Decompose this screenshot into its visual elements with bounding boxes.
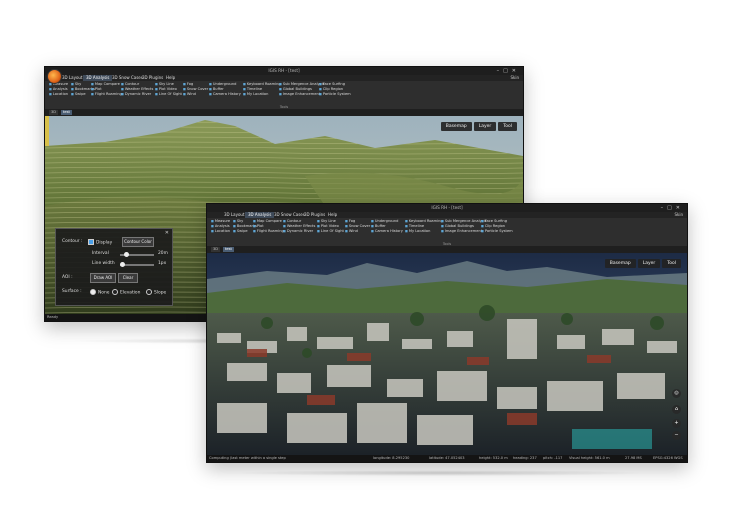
- title-bar: IGIS RH - [test] –□✕: [45, 67, 523, 75]
- front-window: IGIS RH - [test] –□✕ 3D Layout 3D Analys…: [206, 203, 688, 463]
- surface-option-slope[interactable]: Slope: [146, 289, 166, 296]
- ribbon: Measure Analysis Location Sky Bookmarks …: [207, 218, 687, 247]
- linewidth-label: Line width: [92, 261, 115, 266]
- doc-tab-3d[interactable]: 3D: [49, 110, 59, 115]
- ribbon-my-location[interactable]: My Location: [243, 92, 269, 97]
- title-bar: IGIS RH - [test] –□✕: [207, 204, 687, 212]
- contour-label: Contour :: [62, 239, 83, 244]
- status-hint: Computing (last meter within a single st…: [209, 456, 286, 460]
- zoom-in-icon[interactable]: +: [672, 419, 681, 428]
- doc-tab-bar: 3D test: [45, 109, 523, 116]
- ribbon-dynamic-river[interactable]: Dynamic River: [283, 229, 313, 234]
- surface-option-label: None: [98, 290, 110, 296]
- status-pitch: pitch: -117: [543, 456, 563, 460]
- zoom-out-icon[interactable]: −: [672, 431, 681, 440]
- city-scene: [207, 253, 687, 455]
- doc-tab-test[interactable]: test: [61, 110, 72, 115]
- status-text: Ready: [47, 315, 59, 319]
- ribbon-camera-history[interactable]: Camera History: [209, 92, 241, 97]
- home-icon[interactable]: ⌂: [672, 405, 681, 414]
- ribbon-flight-roaming[interactable]: Flight Roaming: [91, 92, 122, 97]
- display-label: Display: [96, 240, 113, 246]
- doc-tab-bar: 3D test: [207, 246, 687, 253]
- window-title: IGIS RH - [test]: [431, 205, 463, 210]
- surface-label: Surface :: [62, 289, 82, 294]
- ribbon-location[interactable]: Location: [211, 229, 230, 234]
- ribbon-particle-system[interactable]: Particle System: [319, 92, 351, 97]
- status-height: height: 532.0 m: [479, 456, 508, 460]
- basemap-button[interactable]: Basemap: [440, 122, 472, 131]
- ribbon-image-enhancement[interactable]: Image Enhancement: [441, 229, 482, 234]
- interval-slider[interactable]: [120, 252, 154, 257]
- view-toolbar: Basemap Layer Tool: [604, 259, 681, 268]
- surface-option-elevation[interactable]: Elevation: [112, 289, 140, 296]
- status-longitude: longitude: 8.295230: [373, 456, 410, 460]
- ribbon-particle-system[interactable]: Particle System: [481, 229, 513, 234]
- surface-option-label: Elevation: [120, 290, 141, 296]
- linewidth-slider-knob[interactable]: [120, 262, 125, 267]
- radio-icon: [112, 289, 118, 295]
- ribbon-camera-history[interactable]: Camera History: [371, 229, 403, 234]
- status-crs: EPSG:4326 WGS: [653, 456, 683, 460]
- display-checkbox[interactable]: Display: [88, 239, 112, 246]
- surface-option-none[interactable]: None: [90, 289, 109, 296]
- status-heading: heading: 237: [513, 456, 537, 460]
- view-toolbar: Basemap Layer Tool: [440, 122, 517, 131]
- surface-option-label: Slope: [154, 290, 167, 296]
- tool-button[interactable]: Tool: [662, 259, 681, 268]
- interval-value: 20m: [158, 251, 168, 256]
- layer-button[interactable]: Layer: [637, 259, 661, 268]
- basemap-button[interactable]: Basemap: [604, 259, 636, 268]
- ribbon-image-enhancement[interactable]: Image Enhancement: [279, 92, 320, 97]
- front-window-shadow: [230, 470, 650, 476]
- status-fps: 27.98 MS: [625, 456, 642, 460]
- left-edge-handle[interactable]: [45, 116, 49, 146]
- window-controls[interactable]: –□✕: [661, 204, 684, 212]
- interval-label: Interval: [92, 251, 109, 256]
- layer-button[interactable]: Layer: [473, 122, 497, 131]
- city-viewport[interactable]: Basemap Layer Tool ◎ ⌂ + −: [207, 253, 687, 455]
- status-visual-height: Visual height: 561.0 m: [569, 456, 610, 460]
- radio-selected-icon: [90, 289, 96, 295]
- tool-button[interactable]: Tool: [498, 122, 517, 131]
- app-logo[interactable]: [47, 69, 62, 84]
- linewidth-slider[interactable]: [120, 262, 154, 267]
- aoi-label: AOI :: [62, 275, 73, 280]
- ribbon-flight-roaming[interactable]: Flight Roaming: [253, 229, 284, 234]
- close-icon[interactable]: ✕: [165, 230, 169, 236]
- ribbon-swipe[interactable]: Swipe: [71, 92, 86, 97]
- doc-tab-test[interactable]: test: [223, 247, 234, 252]
- ribbon: Measure Analysis Location Sky Bookmarks …: [45, 81, 523, 110]
- ribbon-wind[interactable]: Wind: [345, 229, 358, 234]
- ribbon-dynamic-river[interactable]: Dynamic River: [121, 92, 151, 97]
- linewidth-value: 1px: [158, 261, 167, 266]
- ribbon-location[interactable]: Location: [49, 92, 68, 97]
- contour-color-button[interactable]: Contour Color: [122, 237, 154, 247]
- clear-button[interactable]: Clear: [118, 273, 138, 283]
- window-title: IGIS RH - [test]: [268, 68, 300, 73]
- ribbon-swipe[interactable]: Swipe: [233, 229, 248, 234]
- ribbon-line-of-sight[interactable]: Line Of Sight: [155, 92, 182, 97]
- ribbon-line-of-sight[interactable]: Line Of Sight: [317, 229, 344, 234]
- ribbon-my-location[interactable]: My Location: [405, 229, 431, 234]
- status-latitude: latitude: 47.052403: [429, 456, 465, 460]
- doc-tab-3d[interactable]: 3D: [211, 247, 221, 252]
- interval-slider-knob[interactable]: [124, 252, 129, 257]
- ribbon-wind[interactable]: Wind: [183, 92, 196, 97]
- status-bar: Computing (last meter within a single st…: [207, 455, 687, 462]
- compass-icon[interactable]: ◎: [672, 389, 681, 398]
- draw-aoi-button[interactable]: Draw AOI: [90, 273, 116, 283]
- checkbox-checked-icon: [88, 239, 94, 245]
- window-controls[interactable]: –□✕: [497, 67, 520, 75]
- radio-icon: [146, 289, 152, 295]
- contour-panel: ✕ Contour : Display Contour Color Interv…: [55, 228, 173, 306]
